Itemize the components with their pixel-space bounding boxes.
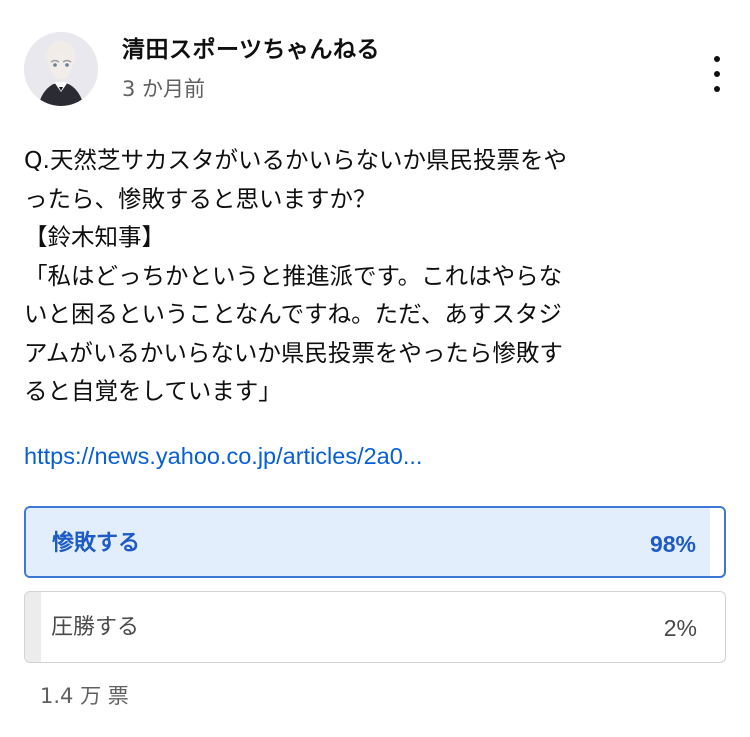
- post-body-line: いと困るということなんですね。ただ、あすスタジ: [24, 300, 562, 328]
- channel-name[interactable]: 清田スポーツちゃんねる: [122, 35, 380, 65]
- post-body-line: ったら、惨敗すると思いますか？: [24, 184, 377, 213]
- more-options-button[interactable]: [700, 54, 734, 94]
- more-vertical-icon: [714, 56, 720, 62]
- poll-option-percent: 98%: [649, 531, 696, 557]
- poll-option-label: 圧勝する: [51, 615, 140, 640]
- post-body: Q.天然芝サカスタがいるかいらないか県民投票をや ったら、惨敗すると思いますか？ 【…: [24, 141, 730, 411]
- post-timestamp[interactable]: 3 か月前: [122, 75, 380, 103]
- post-body-line: 「私はどっちかというと推進派です。これはやらな: [24, 261, 563, 290]
- poll-option-bar: [25, 592, 42, 662]
- poll-option-label: 惨敗する: [52, 531, 141, 556]
- channel-avatar[interactable]: [24, 32, 98, 106]
- poll-option-percent: 2%: [663, 615, 697, 641]
- post-meta: 清田スポーツちゃんねる 3 か月前: [122, 35, 380, 103]
- article-link[interactable]: https://news.yahoo.co.jp/articles/2a0...: [24, 437, 730, 475]
- avatar-icon: [24, 32, 98, 106]
- post-body-line: アムがいるかいらないか県民投票をやったら惨敗す: [24, 338, 563, 367]
- post-body-line: Q.天然芝サカスタがいるかいらないか県民投票をや: [24, 146, 567, 174]
- community-post: 清田スポーツちゃんねる 3 か月前 Q.天然芝サカスタがいるかいらないか県民投票…: [0, 0, 750, 737]
- poll-option-2[interactable]: 圧勝する 2%: [24, 591, 726, 663]
- poll-option-1[interactable]: 惨敗する 98%: [24, 506, 726, 578]
- post-body-line: 【鈴木知事】: [24, 223, 165, 251]
- post-header: 清田スポーツちゃんねる 3 か月前: [24, 32, 380, 106]
- post-body-line: ると自覚をしています」: [24, 377, 282, 405]
- vote-count: 1.4 万 票: [40, 684, 129, 708]
